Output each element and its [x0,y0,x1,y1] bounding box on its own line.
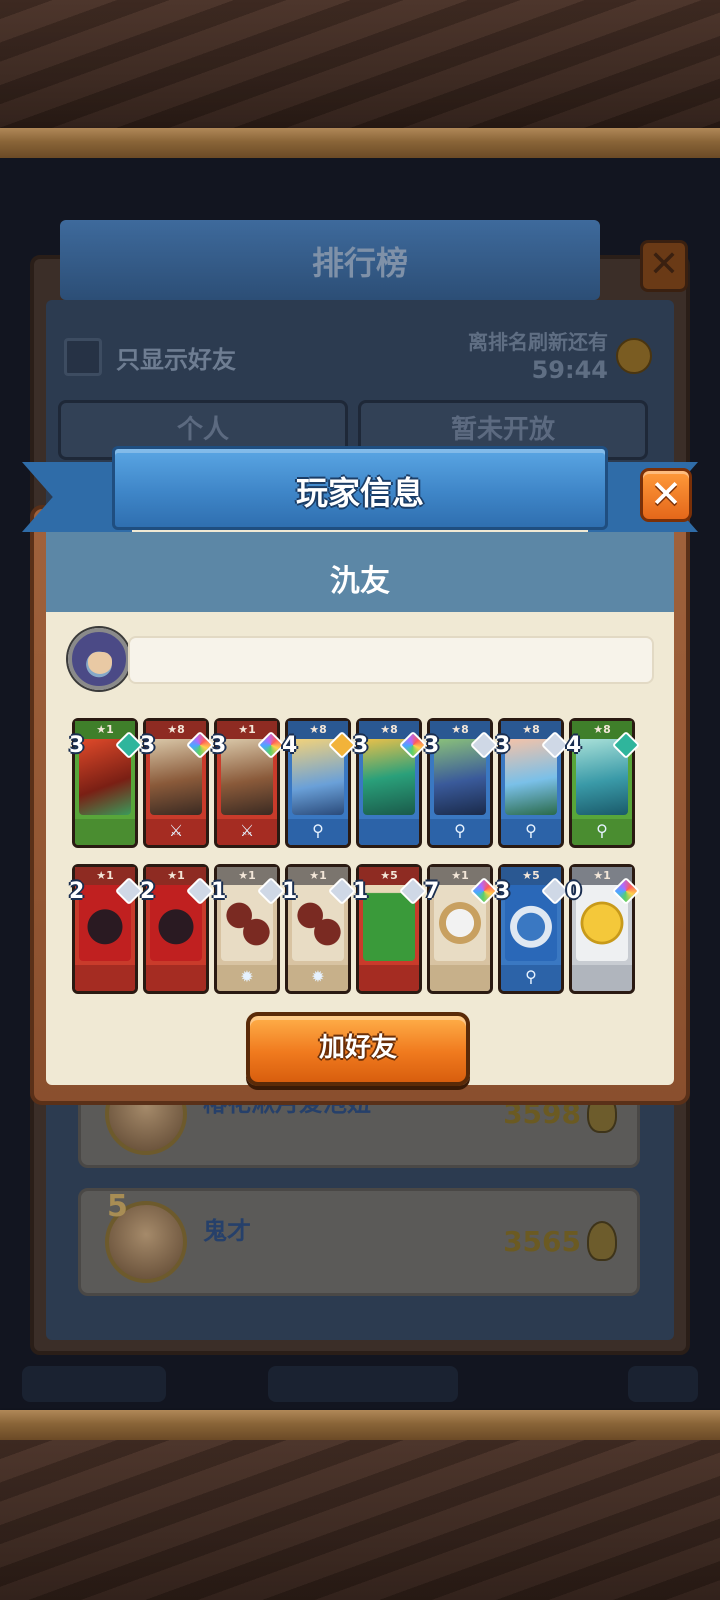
refresh-label: 离排名刷新还有 [468,330,608,354]
card-type-glyph [359,819,419,845]
deck-card[interactable]: ★8 ⚲ 4 [282,718,357,848]
refresh-timer: 59:44 [531,356,608,384]
wood-beam-top [0,128,720,158]
deck-card[interactable]: ★8 ⚲ 4 [566,718,641,848]
deck-card[interactable]: ★8 ⚔ 3 [140,718,215,848]
dialog-title: 玩家信息 [295,474,424,512]
deck-card[interactable]: ★8 ⚲ 3 [424,718,499,848]
leaderboard-close-button[interactable]: ✕ [640,240,688,292]
deck-card[interactable]: ★5 1 [353,864,428,994]
card-type-glyph [572,965,632,991]
timer-icon [616,338,652,374]
nav-slot[interactable] [22,1366,166,1402]
card-level-count: 3 [140,733,156,758]
card-level-count: 7 [424,879,440,904]
card-type-glyph: ⚲ [501,965,561,991]
card-level-count: 3 [69,733,85,758]
deck-card[interactable]: ★1 2 [69,864,144,994]
card-type-glyph: ⚔ [217,819,277,845]
player-status-bar [128,636,654,684]
wood-beam-bottom [0,1410,720,1440]
card-type-glyph [75,819,135,845]
card-type-glyph: ⚲ [572,819,632,845]
card-level-count: 2 [69,879,85,904]
player-name: 鬼才 [203,1217,251,1245]
card-type-glyph: ⚲ [430,819,490,845]
nav-slot[interactable] [628,1366,698,1402]
card-type-glyph [430,965,490,991]
card-level-count: 1 [282,879,298,904]
refresh-countdown: 离排名刷新还有 59:44 [420,328,608,384]
close-button[interactable]: ✕ [640,468,692,522]
deck-card[interactable]: ★1 0 [566,864,641,994]
card-level-count: 4 [282,733,298,758]
card-type-glyph: ⚲ [501,819,561,845]
card-level-count: 1 [211,879,227,904]
card-level-count: 3 [495,733,511,758]
card-level-count: 3 [211,733,227,758]
card-level-count: 1 [353,879,369,904]
card-type-glyph: ⚔ [146,819,206,845]
deck-card[interactable]: ★1 ⚔ 3 [211,718,286,848]
deck-card[interactable]: ★1 3 [69,718,144,848]
player-name-heading: 氿友 [330,564,390,599]
deck-card[interactable]: ★1 7 [424,864,499,994]
add-friend-button[interactable]: 加好友 [246,1012,470,1086]
score-value: 3565 [503,1225,581,1258]
deck-card[interactable]: ★8 ⚲ 3 [495,718,570,848]
card-level-count: 3 [495,879,511,904]
card-type-glyph: ⚲ [288,819,348,845]
bottom-nav-bar [0,1362,720,1408]
wood-frame-bottom [0,1440,720,1600]
friends-only-label: 只显示好友 [116,346,236,374]
leaderboard-row[interactable]: 5 鬼才 3565 [78,1188,640,1296]
leaderboard-title: 排行榜 [311,244,408,282]
deck-card[interactable]: ★1 2 [140,864,215,994]
friends-only-checkbox[interactable] [64,338,102,376]
card-level-count: 4 [566,733,582,758]
card-level-count: 3 [353,733,369,758]
deck-card[interactable]: ★5 ⚲ 3 [495,864,570,994]
wood-frame-top [0,0,720,130]
card-level-count: 0 [566,879,582,904]
card-type-glyph [359,965,419,991]
card-level-count: 3 [424,733,440,758]
deck-card[interactable]: ★1 ✹ 1 [211,864,286,994]
medal-icon [587,1221,617,1261]
rank-number: 5 [107,1189,128,1224]
card-level-count: 2 [140,879,156,904]
nav-slot[interactable] [268,1366,458,1402]
player-avatar[interactable] [68,628,130,690]
card-type-glyph [146,965,206,991]
deck-card[interactable]: ★8 3 [353,718,428,848]
card-type-glyph: ✹ [288,965,348,991]
card-type-glyph [75,965,135,991]
deck-card[interactable]: ★1 ✹ 1 [282,864,357,994]
card-type-glyph: ✹ [217,965,277,991]
